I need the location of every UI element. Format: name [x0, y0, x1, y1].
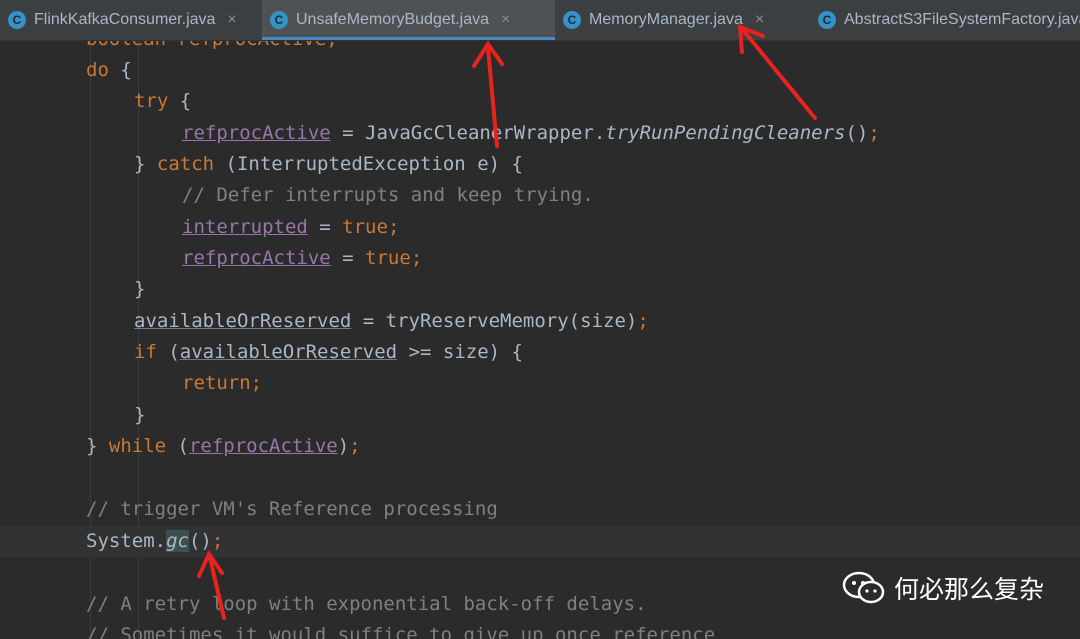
field-interrupted: interrupted	[182, 216, 308, 238]
code-text: {	[179, 90, 192, 112]
field-refproc-active: refprocActive	[182, 122, 331, 144]
code-line: try {	[0, 86, 1080, 117]
tab-label: AbstractS3FileSystemFactory.java	[844, 11, 1080, 28]
code-comment: // trigger VM's Reference processing	[86, 498, 498, 520]
code-text: ()	[845, 122, 869, 144]
variable-available-or-reserved: availableOrReserved	[134, 310, 352, 332]
code-line: // Sometimes it would suffice to give up…	[0, 620, 1080, 639]
close-icon[interactable]: ×	[755, 11, 764, 29]
close-icon[interactable]: ×	[501, 11, 510, 29]
code-text: =	[330, 247, 366, 269]
keyword-while: while	[108, 435, 167, 457]
method-call: tryRunPendingCleaners	[605, 122, 846, 144]
code-text: (	[156, 341, 180, 363]
code-text: >= size) {	[397, 341, 523, 363]
keyword-true: true	[365, 247, 411, 269]
wechat-icon	[842, 571, 885, 604]
semicolon: ;	[868, 122, 880, 144]
code-text: }	[86, 435, 109, 457]
close-icon[interactable]: ×	[227, 11, 236, 29]
code-line: refprocActive = JavaGcCleanerWrapper.try…	[0, 118, 1080, 149]
editor-tab-bar: C FlinkKafkaConsumer.java × C UnsafeMemo…	[0, 0, 1080, 41]
code-text: {	[120, 59, 132, 81]
class-icon: C	[8, 11, 26, 29]
code-text: }	[134, 404, 146, 426]
class-icon: C	[270, 11, 288, 29]
code-line: }	[0, 400, 1080, 431]
tab-memory-manager[interactable]: C MemoryManager.java ×	[555, 0, 810, 40]
code-text: }	[134, 153, 157, 175]
tab-label: MemoryManager.java	[589, 11, 743, 28]
code-comment: // Sometimes it would suffice to give up…	[86, 624, 716, 639]
watermark-text: 何必那么复杂	[893, 575, 1044, 604]
tab-abstract-s3-file-system-factory[interactable]: C AbstractS3FileSystemFactory.java	[810, 0, 1080, 40]
code-line-current: System.gc();	[0, 526, 1080, 557]
code-comment: // A retry loop with exponential back-of…	[86, 593, 647, 615]
code-text: System.	[86, 530, 167, 552]
tab-label: UnsafeMemoryBudget.java	[296, 11, 489, 28]
keyword-true: true	[342, 216, 388, 238]
keyword-do: do	[86, 59, 109, 81]
code-editor[interactable]: boolean refprocActive; do { try { refpro…	[0, 41, 1080, 639]
code-comment: // Defer interrupts and keep trying.	[182, 184, 594, 206]
field-refproc-active: refprocActive	[182, 247, 331, 269]
code-line: interrupted = true;	[0, 212, 1080, 243]
code-line: return;	[0, 368, 1080, 399]
semicolon: ;	[637, 310, 649, 332]
code-text: boolean refprocActive;	[86, 41, 338, 50]
code-line: refprocActive = true;	[0, 243, 1080, 274]
code-text: )	[337, 435, 350, 457]
tab-unsafe-memory-budget[interactable]: C UnsafeMemoryBudget.java ×	[262, 0, 555, 40]
class-icon: C	[818, 11, 836, 29]
code-line: // trigger VM's Reference processing	[0, 494, 1080, 525]
code-line: // Defer interrupts and keep trying.	[0, 180, 1080, 211]
code-text: =	[307, 216, 343, 238]
keyword-return: return	[182, 372, 251, 394]
semicolon: ;	[250, 372, 263, 394]
code-line: boolean refprocActive;	[0, 41, 1080, 55]
watermark: 何必那么复杂	[842, 570, 1044, 606]
tab-flink-kafka-consumer[interactable]: C FlinkKafkaConsumer.java ×	[0, 0, 262, 40]
tab-label: FlinkKafkaConsumer.java	[34, 11, 216, 28]
keyword-if: if	[134, 341, 157, 363]
code-text: = JavaGcCleanerWrapper.	[330, 122, 606, 144]
method-call-gc: gc	[166, 530, 189, 552]
code-text: = tryReserveMemory(size)	[351, 310, 638, 332]
field-refproc-active: refprocActive	[188, 435, 338, 457]
code-text: (InterruptedException e) {	[214, 153, 523, 175]
keyword-try: try	[134, 90, 169, 112]
code-text: ()	[188, 530, 212, 552]
code-line: } catch (InterruptedException e) {	[0, 149, 1080, 180]
code-line: } while (refprocActive);	[0, 431, 1080, 462]
semicolon: ;	[387, 216, 400, 238]
semicolon: ;	[410, 247, 423, 269]
semicolon: ;	[349, 435, 361, 457]
variable-available-or-reserved: availableOrReserved	[179, 341, 398, 363]
semicolon: ;	[211, 530, 224, 552]
code-text: (	[166, 435, 189, 457]
code-line: availableOrReserved = tryReserveMemory(s…	[0, 306, 1080, 337]
code-line: do {	[0, 55, 1080, 86]
code-text: }	[134, 278, 146, 300]
class-icon: C	[563, 11, 581, 29]
code-line: }	[0, 274, 1080, 305]
keyword-catch: catch	[156, 153, 215, 175]
code-line: if (availableOrReserved >= size) {	[0, 337, 1080, 368]
